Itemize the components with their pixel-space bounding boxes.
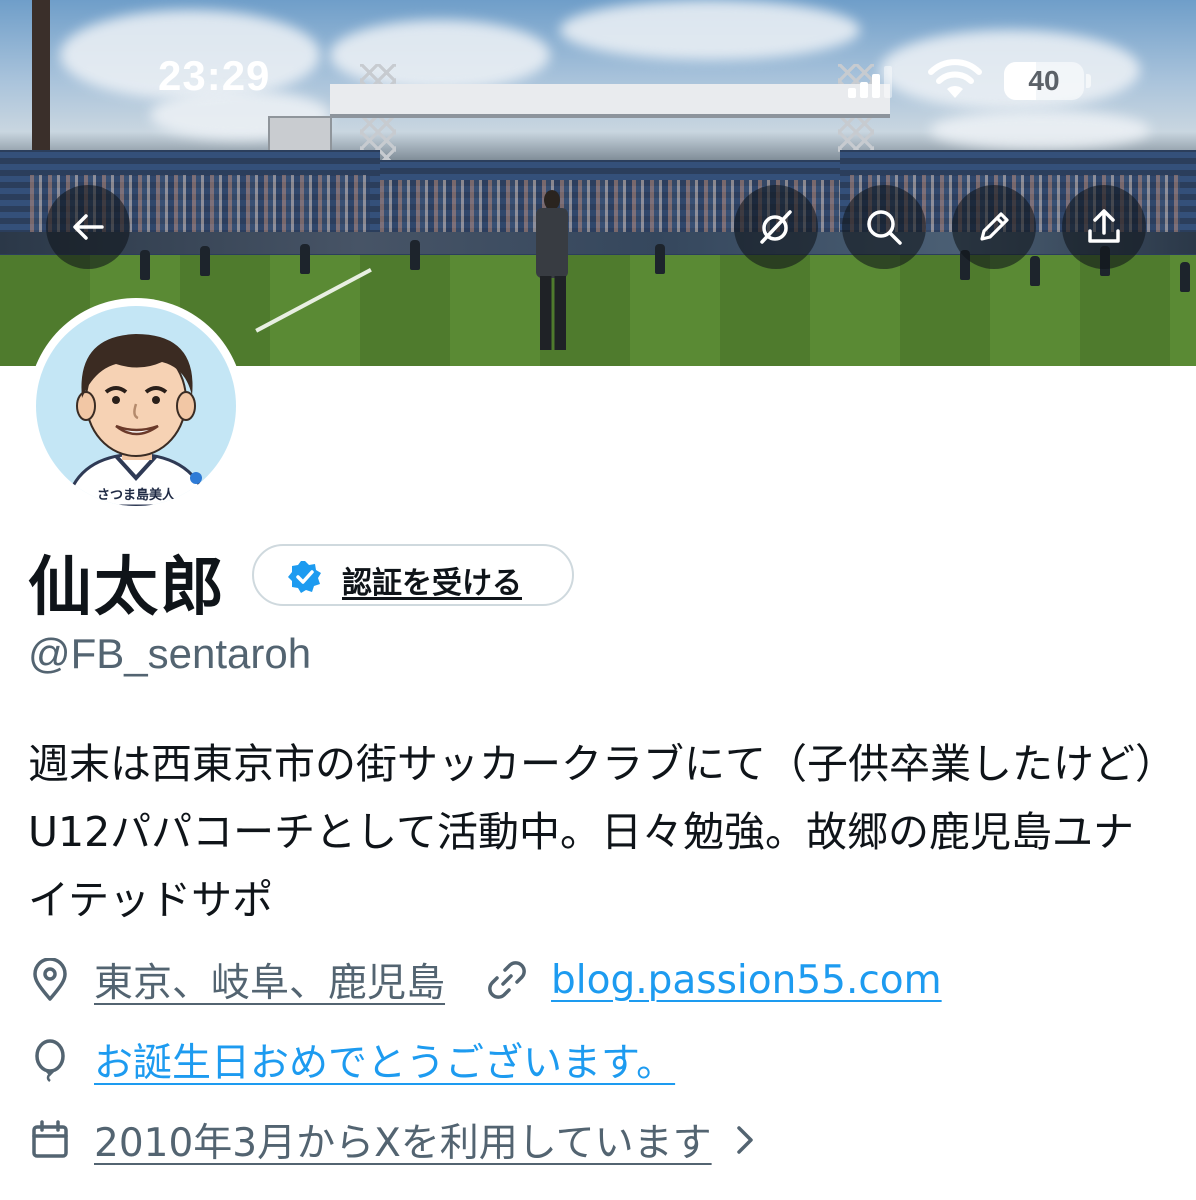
profile-name: 仙太郎	[28, 551, 226, 625]
link-icon	[488, 961, 526, 999]
profile-birthday[interactable]: お誕生日おめでとうございます。	[94, 1032, 675, 1088]
get-verified-label: 認証を受ける	[342, 566, 522, 601]
get-verified-button[interactable]: 認証を受ける	[252, 544, 574, 606]
search-button[interactable]	[842, 185, 926, 269]
profile-joined: 2010年3月からXを利用しています	[94, 1121, 712, 1166]
avatar-illustration	[64, 334, 210, 506]
chevron-right-icon	[736, 1126, 753, 1154]
profile-bio: 週末は西東京市の街サッカークラブにて（子供卒業したけど）U12パパコーチとして活…	[28, 740, 1156, 924]
grok-icon	[760, 210, 792, 244]
grok-button[interactable]	[734, 185, 818, 269]
back-button[interactable]	[46, 185, 130, 269]
share-icon	[1088, 209, 1120, 243]
cellular-signal-icon	[848, 66, 894, 98]
avatar[interactable]: さつま島美人	[28, 298, 244, 514]
battery-level: 40	[1028, 65, 1060, 96]
profile-handle: @FB_sentaroh	[28, 630, 312, 677]
location-pin-icon	[33, 958, 67, 1001]
search-icon	[867, 210, 902, 245]
battery-icon: 40	[1004, 62, 1084, 100]
wifi-icon	[928, 59, 982, 98]
avatar-caption: さつま島美人	[96, 488, 175, 503]
profile-website-link[interactable]: blog.passion55.com	[551, 958, 942, 1003]
joined-row[interactable]: 2010年3月からXを利用しています	[28, 1112, 760, 1168]
edit-button[interactable]	[952, 185, 1036, 269]
location-website-row: 東京、岐阜、鹿児島 blog.passion55.com	[28, 952, 942, 1008]
balloon-icon	[35, 1039, 65, 1082]
share-button[interactable]	[1062, 185, 1146, 269]
back-arrow-icon	[73, 214, 104, 240]
pencil-icon	[980, 212, 1009, 241]
calendar-icon	[32, 1120, 68, 1158]
verified-badge-icon	[288, 561, 321, 593]
profile-location: 東京、岐阜、鹿児島	[94, 961, 446, 1006]
birthday-row: お誕生日おめでとうございます。	[28, 1032, 675, 1088]
coach-figure	[532, 190, 572, 356]
status-time: 23:29	[158, 52, 271, 99]
